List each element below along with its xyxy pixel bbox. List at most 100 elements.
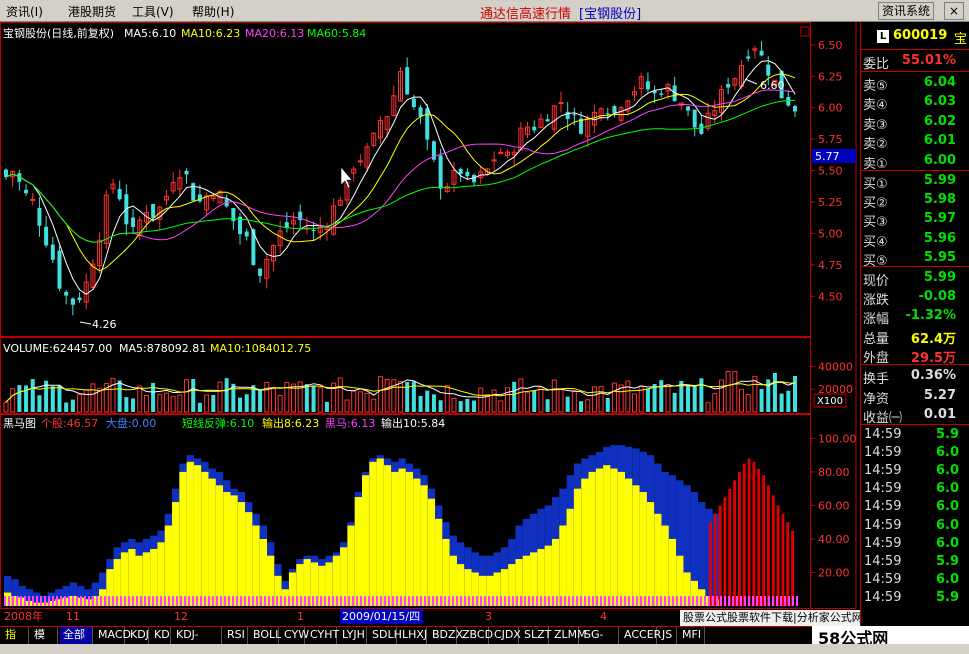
tab-mfi[interactable]: MFI xyxy=(679,627,705,644)
sell-level-3-label: 卖③ xyxy=(863,117,888,133)
candle-body xyxy=(565,111,570,120)
heima-baseline-tick xyxy=(476,596,478,606)
candle-body xyxy=(64,291,69,296)
heima-baseline-tick xyxy=(348,596,350,606)
heima-baseline-tick xyxy=(372,596,374,606)
heima-baseline-tick xyxy=(188,596,190,606)
kline-y-tick: 6.50 xyxy=(818,39,843,52)
volume-bar xyxy=(137,385,143,413)
kline-y-tick: 6.00 xyxy=(818,102,843,115)
candle-body xyxy=(70,298,75,305)
heima-baseline-tick xyxy=(168,596,170,606)
heima-baseline-tick xyxy=(136,596,138,606)
heima-y-tick: 40.00 xyxy=(818,533,850,546)
heima-baseline-tick xyxy=(624,596,626,606)
volume-ma-lines xyxy=(5,379,796,403)
heima-red-bar xyxy=(742,463,746,606)
tab-slzt[interactable]: SLZT xyxy=(521,627,551,644)
heima-baseline-tick xyxy=(240,596,242,606)
date-label-mar: 3 xyxy=(485,610,492,623)
chart-svg[interactable]: 宝钢股份(日线,前复权) MA5:6.10 MA10:6.23 MA20:6.1… xyxy=(0,22,860,628)
volume-bar xyxy=(3,401,9,413)
tab-模板[interactable]: 模板 xyxy=(31,627,58,654)
stat-row-label: 总量 xyxy=(863,331,890,347)
tab-macd[interactable]: MACD xyxy=(95,627,131,644)
tab-kdj[interactable]: KDJ xyxy=(127,627,149,644)
tab-bdzx[interactable]: BDZX xyxy=(429,627,463,644)
tab-指标[interactable]: 指标 xyxy=(2,627,29,654)
heima-baseline-tick xyxy=(572,596,574,606)
heima-baseline-tick xyxy=(300,596,302,606)
tab-lhxj[interactable]: LHXJ xyxy=(399,627,427,644)
stat-row: 换手 0.36% xyxy=(861,366,969,387)
sell-level-5: 卖⑤ 6.04 xyxy=(861,73,969,94)
menu-tools[interactable]: 工具(V) xyxy=(132,3,174,20)
close-icon[interactable]: × xyxy=(944,2,964,20)
heima-yellow-bar xyxy=(237,502,246,606)
tick-row: 14:59 6.0 xyxy=(861,571,969,589)
volume-bar xyxy=(371,398,377,413)
menu-hk-futures[interactable]: 港股期货 xyxy=(68,3,116,20)
tab-全部[interactable]: 全部 xyxy=(60,627,93,644)
low-pointer xyxy=(79,321,92,325)
heima-baseline-tick xyxy=(376,596,378,606)
tab-cyw[interactable]: CYW xyxy=(281,627,309,644)
tick-price: 5.9 xyxy=(936,553,960,569)
heima-yellow-bar xyxy=(362,475,370,606)
heima-baseline-tick xyxy=(156,596,158,606)
volume-bar xyxy=(725,371,731,413)
tab-accer[interactable]: ACCER xyxy=(621,627,661,644)
current-price-tag: 5.77 xyxy=(815,150,840,163)
heima-baseline-tick xyxy=(40,596,42,606)
candle-body xyxy=(558,101,564,104)
heima-baseline-tick xyxy=(668,596,670,606)
heima-baseline-tick xyxy=(68,596,70,606)
menu-help[interactable]: 帮助(H) xyxy=(192,3,234,20)
heima-baseline-tick xyxy=(316,596,318,606)
heima-baseline-tick xyxy=(520,596,522,606)
heima-baseline-tick xyxy=(504,596,506,606)
heima-yellow-bar xyxy=(193,465,202,606)
volume-bar xyxy=(317,387,323,413)
kline-y-axis: 6.50 6.25 6.00 5.75 5.50 5.25 5.00 4.75 4.50 xyxy=(811,39,843,303)
stock-name-short: 宝 xyxy=(954,32,968,47)
heima-baseline-tick xyxy=(396,596,398,606)
volume-bar xyxy=(364,392,370,413)
tab-zbcd[interactable]: ZBCD xyxy=(459,627,493,644)
buy-level-2: 买② 5.98 xyxy=(861,190,969,211)
tab-rsi[interactable]: RSI xyxy=(224,627,248,644)
tab-boll[interactable]: BOLL xyxy=(250,627,281,644)
heima-baseline-tick xyxy=(508,596,510,606)
heima-baseline-tick xyxy=(208,596,210,606)
heima-red-bar xyxy=(718,505,722,606)
tab-lyjh[interactable]: LYJH xyxy=(339,627,367,644)
volume-bar xyxy=(598,385,604,413)
heima-baseline-tick xyxy=(152,596,154,606)
menu-info[interactable]: 资讯(I) xyxy=(6,3,43,20)
date-label-nov: 11 xyxy=(66,610,80,623)
buy-level-4-value: 5.96 xyxy=(923,230,956,246)
heima-stock: 个股:46.57 xyxy=(41,417,98,430)
tab-sdlh[interactable]: SDLH xyxy=(369,627,402,644)
volume-bar xyxy=(665,384,671,413)
heima-baseline-tick xyxy=(48,596,50,606)
tab-cjdx[interactable]: CJDX xyxy=(491,627,521,644)
chart-area[interactable]: 宝钢股份(日线,前复权) MA5:6.10 MA10:6.23 MA20:6.1… xyxy=(0,22,860,628)
heima-baseline-tick xyxy=(232,596,234,606)
heima-baseline-tick xyxy=(392,596,394,606)
tab-kdj-tdx[interactable]: KDJ-TDX xyxy=(173,627,222,654)
tab-js[interactable]: JS xyxy=(659,627,677,644)
heima-baseline-tick xyxy=(60,596,62,606)
volume-bar xyxy=(384,378,390,413)
news-system-button[interactable]: 资讯系统 xyxy=(878,2,935,20)
tab-kd[interactable]: KD xyxy=(151,627,171,644)
tab-zlmm[interactable]: ZLMM xyxy=(551,627,587,644)
tab-sg-lb[interactable]: SG-LB xyxy=(581,627,619,654)
panel-max-icon[interactable] xyxy=(800,26,810,37)
heima-out2: 输出10:5.84 xyxy=(381,416,445,430)
heima-baseline-tick xyxy=(660,596,662,606)
tab-cyht[interactable]: CYHT xyxy=(307,627,339,644)
tick-price: 6.0 xyxy=(936,481,960,497)
volume-bar xyxy=(17,385,22,412)
heima-baseline-tick xyxy=(696,596,698,606)
